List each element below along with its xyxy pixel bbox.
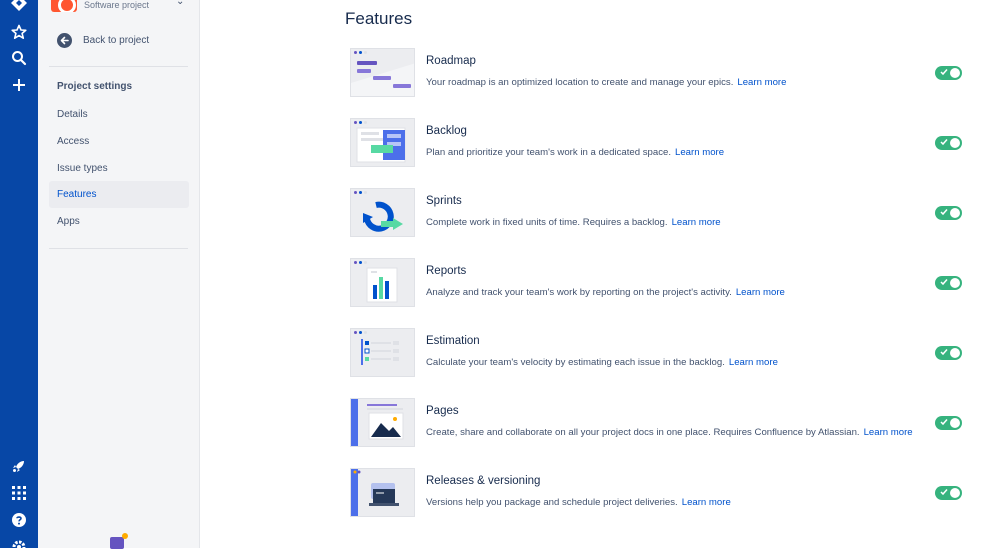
page-title: Features [345,9,413,28]
pages-illustration [350,398,415,447]
global-nav [0,0,38,554]
divider [49,66,188,67]
reports-illustration [350,258,415,307]
sidebar-item-access[interactable]: Access [49,128,189,155]
feature-description: Plan and prioritize your team's work in … [426,147,672,158]
feature-toggle[interactable] [935,346,962,360]
check-icon [940,489,948,496]
feature-name: Reports [426,265,467,277]
app-switcher-icon[interactable] [8,482,30,504]
learn-more-link[interactable]: Learn more [737,77,786,88]
feature-description: Complete work in fixed units of time. Re… [426,217,668,228]
check-icon [940,279,948,286]
feature-pages: Pages Create, share and collaborate on a… [350,398,970,448]
sidebar-item-issue-types[interactable]: Issue types [49,155,189,182]
divider [49,248,188,249]
learn-more-link[interactable]: Learn more [736,287,785,298]
learn-more-link[interactable]: Learn more [675,147,724,158]
feature-name: Roadmap [426,55,476,67]
feedback-icon[interactable] [110,533,128,549]
back-to-project-link[interactable]: Back to project [57,33,149,48]
settings-icon[interactable] [8,536,30,558]
feature-toggle[interactable] [935,66,962,80]
feature-sprints: Sprints Complete work in fixed units of … [350,188,970,238]
check-icon [940,419,948,426]
learn-more-link[interactable]: Learn more [729,357,778,368]
back-label: Back to project [83,35,150,46]
plus-icon[interactable] [8,74,30,96]
feature-releases: Releases & versioning Versions help you … [350,468,970,518]
feature-name: Sprints [426,195,462,207]
rocket-icon[interactable] [8,455,30,477]
releases-illustration [350,468,415,517]
check-icon [940,209,948,216]
feature-name: Pages [426,405,459,417]
sidebar-item-apps[interactable]: Apps [49,208,189,235]
feature-backlog: Backlog Plan and prioritize your team's … [350,118,970,168]
star-icon[interactable] [8,21,30,43]
feature-description: Analyze and track your team's work by re… [426,287,732,298]
feature-toggle[interactable] [935,276,962,290]
check-icon [940,139,948,146]
jira-logo-icon[interactable] [8,0,30,14]
chevron-down-icon[interactable]: ⌄ [176,0,184,7]
learn-more-link[interactable]: Learn more [672,217,721,228]
check-icon [940,69,948,76]
feature-toggle[interactable] [935,416,962,430]
feature-roadmap: Roadmap Your roadmap is an optimized loc… [350,48,970,98]
feature-name: Estimation [426,335,480,347]
feature-toggle[interactable] [935,486,962,500]
estimation-illustration [350,328,415,377]
project-sidebar: Software project ⌄ Back to project Proje… [38,0,200,549]
learn-more-link[interactable]: Learn more [864,427,913,438]
roadmap-illustration [350,48,415,97]
sidebar-item-features[interactable]: Features [49,181,189,208]
feature-description: Your roadmap is an optimized location to… [426,77,734,88]
search-icon[interactable] [8,47,30,69]
feature-name: Backlog [426,125,467,137]
feature-description: Versions help you package and schedule p… [426,497,678,508]
feature-estimation: Estimation Calculate your team's velocit… [350,328,970,378]
feature-description: Create, share and collaborate on all you… [426,427,860,438]
sidebar-item-details[interactable]: Details [49,101,189,128]
help-icon[interactable] [8,509,30,531]
feature-description: Calculate your team's velocity by estima… [426,357,725,368]
feature-toggle[interactable] [935,136,962,150]
feature-reports: Reports Analyze and track your team's wo… [350,258,970,308]
check-icon [940,349,948,356]
feature-toggle[interactable] [935,206,962,220]
project-avatar[interactable] [51,0,77,12]
section-title: Project settings [57,81,133,92]
learn-more-link[interactable]: Learn more [682,497,731,508]
sprints-illustration [350,188,415,237]
feature-name: Releases & versioning [426,475,541,487]
project-type: Software project [84,0,150,10]
backlog-illustration [350,118,415,167]
arrow-left-icon [57,33,72,48]
